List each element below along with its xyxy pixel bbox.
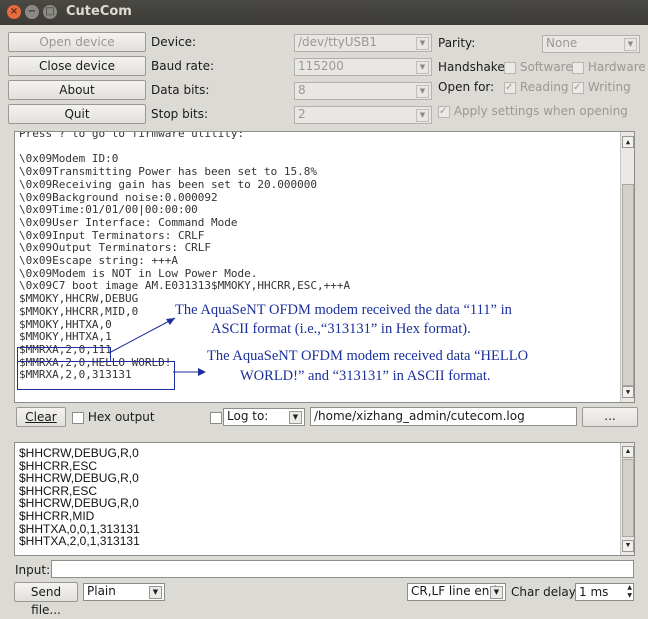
send-format-value: Plain	[87, 584, 116, 598]
annotation-arrowhead-2	[198, 368, 206, 376]
log-enable-option[interactable]	[210, 410, 222, 424]
scroll-up-icon[interactable]: ▲	[622, 446, 634, 458]
hex-output-label: Hex output	[87, 410, 155, 424]
scroll-down-icon[interactable]: ▼	[622, 540, 634, 552]
log-path-input[interactable]: /home/xizhang_admin/cutecom.log	[310, 407, 577, 426]
command-input[interactable]	[51, 560, 634, 578]
chevron-down-icon: ▼	[149, 586, 162, 599]
char-delay-spinbox[interactable]: 1 ms ▲ ▼	[575, 583, 634, 601]
annotation-1-line-2: ASCII format (i.e.,“313131” in Hex forma…	[211, 321, 471, 337]
chevron-down-icon: ▼	[490, 586, 503, 599]
clear-button[interactable]: Clear	[16, 407, 66, 427]
history-scrollbar[interactable]: ▲ ▼	[620, 443, 634, 555]
char-delay-label: Char delay:	[511, 585, 580, 599]
annotation-2-line-2: WORLD!” and “313131” in ASCII format.	[240, 368, 491, 384]
log-to-combo[interactable]: Log to: ▼	[223, 408, 305, 426]
line-end-combo[interactable]: CR,LF line end ▼	[407, 583, 506, 601]
send-file-button[interactable]: Send file...	[14, 582, 78, 617]
annotation-1-line-1: The AquaSeNT OFDM modem received the dat…	[175, 302, 512, 318]
char-delay-value: 1 ms	[579, 585, 609, 599]
browse-log-button[interactable]: ...	[582, 407, 638, 427]
chevron-down-icon: ▼	[289, 411, 302, 424]
annotation-arrow-1	[108, 317, 176, 354]
line-end-value: CR,LF line end	[411, 584, 498, 598]
hex-output-option[interactable]: Hex output	[72, 410, 155, 424]
log-to-value: Log to:	[227, 409, 269, 423]
history-item[interactable]: $HHTXA,2,0,1,313131	[19, 534, 140, 548]
annotation-2-line-1: The AquaSeNT OFDM modem received data “H…	[207, 348, 529, 364]
spin-up-icon[interactable]: ▲	[627, 584, 632, 592]
spin-down-icon[interactable]: ▼	[627, 592, 632, 600]
scrollbar-thumb[interactable]	[622, 459, 634, 537]
log-enable-checkbox[interactable]	[210, 411, 222, 424]
input-label: Input:	[15, 563, 51, 577]
hex-output-checkbox[interactable]	[72, 411, 84, 424]
send-format-combo[interactable]: Plain ▼	[83, 583, 165, 601]
command-history-list[interactable]: $HHCRW,DEBUG,R,0 $HHCRR,ESC $HHCRW,DEBUG,R…	[14, 442, 635, 556]
